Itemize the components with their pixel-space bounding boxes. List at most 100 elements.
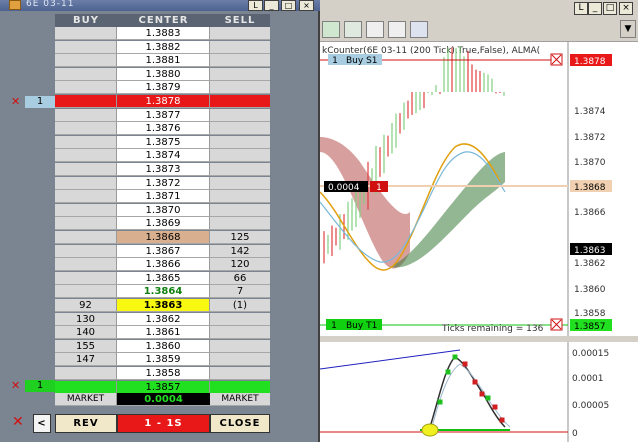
sell-market-button[interactable]: MARKET [210, 393, 270, 406]
dropdown-arrow-icon[interactable]: ▼ [620, 20, 636, 38]
sell-cell[interactable] [210, 81, 270, 95]
price-axis-label: 1.3878 [574, 57, 606, 67]
osc-axis-label: 0.00005 [572, 401, 609, 411]
cancel-all-icon[interactable]: ✕ [12, 414, 24, 430]
cancel-order-top-icon[interactable]: ✕ [11, 95, 20, 108]
chart-window: L _ □ × ▼ kCounter(6E 03-11 (200 Tick),T… [320, 0, 638, 442]
sell-cell[interactable] [210, 353, 270, 367]
buy-cell[interactable] [55, 163, 117, 176]
sell-cell[interactable] [210, 367, 270, 380]
chart-close-button[interactable]: × [619, 2, 633, 15]
sell-cell[interactable]: (1) [210, 299, 270, 312]
sell-cell[interactable] [210, 176, 270, 190]
ladder-row: 1.3872 [55, 176, 270, 191]
sell-cell[interactable]: 7 [210, 285, 270, 299]
chart-label-button[interactable]: L [574, 2, 588, 15]
buy-cell[interactable] [55, 176, 117, 190]
price-cell: 1.3876 [117, 122, 210, 136]
buy-cell[interactable]: 147 [55, 353, 117, 367]
price-axis-label: 1.3862 [574, 259, 606, 269]
buy-cell[interactable] [55, 380, 117, 394]
cancel-order-bottom-icon[interactable]: ✕ [11, 379, 20, 392]
buy-cell[interactable] [55, 203, 117, 217]
dom-titlebar: 6E 03-11 L _ □ × [0, 0, 320, 11]
buy-cell[interactable]: 92 [55, 299, 117, 312]
buy-cell[interactable] [55, 95, 117, 108]
sell-cell[interactable] [210, 108, 270, 122]
dom-close-button[interactable]: × [299, 0, 314, 11]
sell-cell[interactable] [210, 203, 270, 217]
sell-cell[interactable] [210, 40, 270, 54]
osc-axis-label: 0.0001 [572, 374, 604, 384]
sell-cell[interactable]: 120 [210, 258, 270, 272]
template-icon[interactable] [410, 21, 428, 38]
chart-minimize-button[interactable]: _ [588, 2, 602, 15]
ladder-row: 1.3865 66 [55, 271, 270, 286]
sell-cell[interactable] [210, 135, 270, 149]
price-cell: 1.3865 [117, 271, 210, 285]
reverse-button[interactable]: REV [55, 414, 117, 433]
sell-cell[interactable] [210, 27, 270, 40]
ladder-row: 1.3873 [55, 163, 270, 177]
candlestick-icon[interactable] [344, 21, 362, 38]
chart-maximize-button[interactable]: □ [603, 2, 617, 15]
sell-cell[interactable] [210, 380, 270, 394]
price-axis-label: 1.3874 [574, 107, 606, 117]
sell-cell[interactable] [210, 67, 270, 81]
buy-cell[interactable]: 130 [55, 312, 117, 326]
properties-icon[interactable] [388, 21, 406, 38]
osc-point [437, 399, 443, 405]
price-axis-label: 1.3872 [574, 133, 606, 143]
sell-cell[interactable] [210, 190, 270, 204]
line-chart-icon[interactable] [366, 21, 384, 38]
buy-cell[interactable] [55, 135, 117, 149]
ladder-row: 1.3874 [55, 149, 270, 163]
sell-cell[interactable] [210, 339, 270, 353]
buy-cell[interactable] [55, 149, 117, 163]
sell-cell[interactable] [210, 149, 270, 163]
dom-maximize-button[interactable]: □ [281, 0, 296, 11]
buy-cell[interactable] [55, 285, 117, 299]
price-cell: 1.3866 [117, 258, 210, 272]
collapse-button[interactable]: < [33, 414, 51, 433]
buy-cell[interactable] [55, 108, 117, 122]
buy-cell[interactable] [55, 81, 117, 95]
price-cell: 1.3859 [117, 353, 210, 367]
sell-cell[interactable]: 66 [210, 271, 270, 285]
bar-chart-icon[interactable] [322, 21, 340, 38]
sell-cell[interactable] [210, 122, 270, 136]
buy-market-button[interactable]: MARKET [55, 393, 117, 406]
buy-cell[interactable]: 155 [55, 339, 117, 353]
price-cell: 1.3857 [117, 380, 210, 394]
order-qty-top[interactable]: 1 [25, 96, 55, 108]
price-cell: 1.3880 [117, 67, 210, 81]
dom-minimize-button[interactable]: _ [264, 0, 279, 11]
buy-cell[interactable] [55, 231, 117, 244]
sell-cell[interactable]: 125 [210, 231, 270, 244]
buy-cell[interactable] [55, 40, 117, 54]
buy-cell[interactable] [55, 271, 117, 285]
order-qty-bottom[interactable]: 1 [25, 380, 55, 392]
dom-label-button[interactable]: L [248, 0, 263, 11]
sell-cell[interactable] [210, 163, 270, 176]
buy-cell[interactable]: 140 [55, 326, 117, 340]
sell-cell[interactable] [210, 326, 270, 340]
close-position-button[interactable]: CLOSE [210, 414, 270, 433]
sell-cell[interactable] [210, 312, 270, 326]
buy-cell[interactable] [55, 54, 117, 68]
buy-cell[interactable] [55, 258, 117, 272]
sell-cell[interactable] [210, 54, 270, 68]
ladder-row: 1.3882 [55, 40, 270, 55]
sell-cell[interactable] [210, 217, 270, 231]
chart-area[interactable]: kCounter(6E 03-11 (200 Tick),True,False)… [320, 42, 638, 442]
price-axis-label: 1.3860 [574, 285, 606, 295]
buy-cell[interactable] [55, 27, 117, 40]
buy-cell[interactable] [55, 244, 117, 258]
buy-cell[interactable] [55, 367, 117, 380]
sell-cell[interactable]: 142 [210, 244, 270, 258]
buy-cell[interactable] [55, 122, 117, 136]
sell-cell[interactable] [210, 95, 270, 108]
buy-cell[interactable] [55, 67, 117, 81]
buy-cell[interactable] [55, 217, 117, 231]
buy-cell[interactable] [55, 190, 117, 204]
